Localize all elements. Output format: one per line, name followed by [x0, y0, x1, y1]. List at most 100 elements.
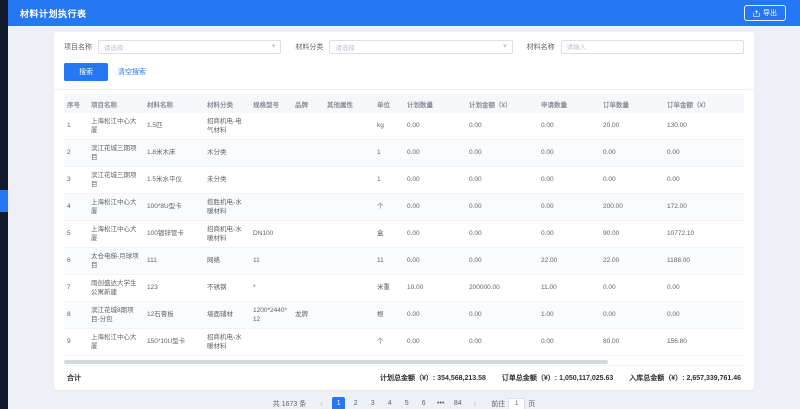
table-cell: [292, 123, 324, 129]
table-cell: 9: [64, 334, 88, 349]
page-button[interactable]: 3: [366, 397, 379, 409]
table-cell: [292, 231, 324, 237]
table-cell: 0.00: [404, 226, 466, 241]
table-cell: 上海松江中心大厦: [88, 114, 144, 138]
table-cell: 0.00: [466, 199, 538, 214]
table-cell: [250, 123, 292, 129]
summary-total: 入库总金额（¥）:2,657,339,761.46: [629, 373, 741, 383]
horizontal-scrollbar-thumb[interactable]: [64, 360, 608, 364]
page-button[interactable]: 4: [383, 397, 396, 409]
table-cell: 0.00: [664, 307, 726, 322]
table-cell: 木分类: [204, 145, 250, 160]
table-row: 6太仓电梯-月球项目111网络11110.000.0022.0022.00118…: [64, 248, 744, 275]
table-cell: [292, 285, 324, 291]
page-ellipsis[interactable]: •••: [434, 397, 447, 409]
collapsed-sidebar[interactable]: [0, 0, 8, 409]
goto-page-input[interactable]: [508, 398, 525, 409]
export-button[interactable]: 导出: [744, 5, 786, 21]
table-cell: 0.00: [466, 334, 538, 349]
table-cell: 0.00: [664, 280, 726, 295]
column-header: 计划金额（¥）: [466, 94, 538, 113]
table-row: 9上海松江中心大厦150*10U型卡招商机电-水暖材料个0.000.000.00…: [64, 329, 744, 356]
page-button[interactable]: 5: [400, 397, 413, 409]
project-name-select[interactable]: 请选择 ▾: [98, 40, 281, 54]
table-cell: 0.00: [538, 118, 600, 133]
pagination-total: 共 1673 条: [273, 399, 306, 409]
table-cell: 0.00: [538, 199, 600, 214]
table-cell: [324, 285, 374, 291]
table-cell: [250, 150, 292, 156]
column-header: 品牌: [292, 94, 324, 113]
table-cell: 0.00: [600, 280, 664, 295]
table-header-row: 序号项目名称材料名称材料分类规格型号品牌其他属性单位计划数量计划金额（¥）申请数…: [64, 94, 744, 113]
table-cell: [292, 258, 324, 264]
prev-page-button[interactable]: ‹: [316, 399, 327, 408]
table-cell: 0.00: [538, 172, 600, 187]
table-cell: 200.00: [600, 199, 664, 214]
table-row: 5上海松江中心大厦100镀锌管卡招商机电-水暖材料DN100盒0.000.000…: [64, 221, 744, 248]
table-cell: 未分类: [204, 172, 250, 187]
filter-material: 材料名称: [527, 40, 744, 54]
table-cell: [292, 177, 324, 183]
next-page-button[interactable]: ›: [469, 399, 480, 408]
table-cell: 1.00: [538, 307, 600, 322]
table-cell: 0.00: [600, 172, 664, 187]
table-row: 7雨创盛达大学生公寓新建123不锈钢*米重10.00200000.0011.00…: [64, 275, 744, 302]
table-cell: 墙面辅材: [204, 307, 250, 322]
table-cell: 2: [64, 145, 88, 160]
table-cell: [250, 204, 292, 210]
page-button[interactable]: 1: [332, 397, 345, 409]
table-cell: [324, 231, 374, 237]
table-cell: 0.00: [466, 307, 538, 322]
horizontal-scrollbar: [64, 359, 744, 365]
table-cell: 4: [64, 199, 88, 214]
table-cell: 米重: [374, 280, 404, 295]
table-row: 1上海松江中心大厦1.5匹招商机电-电气材料kg0.000.000.0020.0…: [64, 113, 744, 140]
filter-category: 材料分类 请选择 ▾: [295, 40, 512, 54]
table-cell: 0.00: [600, 307, 664, 322]
table-cell: 130.00: [664, 118, 726, 133]
table-cell: [250, 339, 292, 345]
content-card: 项目名称 请选择 ▾ 材料分类 请选择 ▾ 材料名称 搜索 清空搜索: [54, 32, 754, 390]
pagination-bar: 共 1673 条 ‹ 123456 ••• 84 › 前往 页: [8, 397, 800, 409]
page-button[interactable]: 6: [417, 397, 430, 409]
table-cell: 22.00: [538, 253, 600, 268]
table-cell: 1.5米水平仪: [144, 172, 204, 187]
project-select-placeholder: 请选择: [104, 42, 124, 52]
table-cell: [292, 150, 324, 156]
table-cell: 招商机电-水暖材料: [204, 222, 250, 246]
table-cell: 个: [374, 199, 404, 214]
filter-actions: 搜索 清空搜索: [64, 63, 744, 81]
table-cell: 招商机电-电气材料: [204, 114, 250, 138]
page-button[interactable]: 84: [451, 397, 464, 409]
table-cell: 0.00: [404, 307, 466, 322]
table-cell: 上海松江中心大厦: [88, 222, 144, 246]
table-cell: [324, 150, 374, 156]
table-cell: [250, 177, 292, 183]
table-cell: 200000.00: [466, 280, 538, 295]
table-cell: [292, 339, 324, 345]
pagination-goto: 前往 页: [491, 398, 535, 409]
table-cell: 0.00: [600, 145, 664, 160]
summary-total: 订单总金额（¥）:1,050,117,025.63: [502, 373, 613, 383]
search-button[interactable]: 搜索: [64, 63, 108, 81]
column-header: 其他属性: [324, 94, 374, 113]
table-cell: 90.00: [600, 226, 664, 241]
column-header: 材料名称: [144, 94, 204, 113]
table-cell: 12石膏板: [144, 307, 204, 322]
material-category-select[interactable]: 请选择 ▾: [329, 40, 512, 54]
table-cell: 0.00: [466, 118, 538, 133]
goto-label: 前往: [491, 399, 505, 409]
section-divider: [54, 89, 754, 90]
material-name-input[interactable]: [561, 40, 744, 54]
column-header: 规格型号: [250, 94, 292, 113]
table-cell: 20.00: [600, 118, 664, 133]
column-header: 订单金额（¥）: [664, 94, 726, 113]
table-cell: 1188.00: [664, 253, 726, 268]
page-button[interactable]: 2: [349, 397, 362, 409]
table-cell: 0.00: [404, 199, 466, 214]
table-cell: 0.00: [404, 118, 466, 133]
table-cell: *: [250, 280, 292, 295]
clear-search-button[interactable]: 清空搜索: [118, 67, 146, 77]
table-cell: 0.00: [664, 145, 726, 160]
